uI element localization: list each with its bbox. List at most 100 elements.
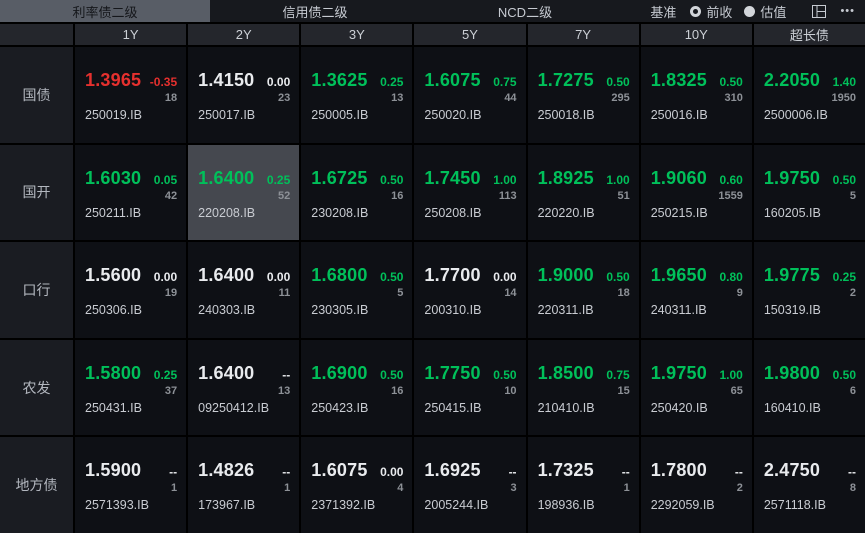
bond-code: 230208.IB bbox=[311, 205, 369, 220]
radio-label: 估值 bbox=[760, 4, 787, 20]
yield-value: 1.6800 bbox=[311, 265, 368, 286]
tab-0[interactable]: 利率债二级 bbox=[0, 0, 210, 22]
quote-line: 1.7325 -- bbox=[538, 460, 630, 481]
quote-cell-r3-c5[interactable]: 1.9750 1.00 65 250420.IB bbox=[640, 339, 752, 436]
yield-value: 1.5600 bbox=[85, 265, 142, 286]
quote-cell-r4-c5[interactable]: 1.7800 -- 2 2292059.IB bbox=[640, 437, 752, 533]
trade-count: 8 bbox=[849, 482, 856, 495]
quote-cell-r2-c6[interactable]: 1.9775 0.25 2 150319.IB bbox=[753, 242, 865, 338]
quote-cell-r0-c5[interactable]: 1.8325 0.50 310 250016.IB bbox=[640, 47, 752, 143]
trade-count: 19 bbox=[164, 287, 178, 300]
layout-panel-icon[interactable] bbox=[812, 4, 827, 18]
quote-cell-r2-c3[interactable]: 1.7700 0.00 14 200310.IB bbox=[414, 242, 526, 338]
yield-value: 1.8325 bbox=[650, 70, 707, 90]
row-label-2: 口行 bbox=[0, 242, 73, 338]
tab-2[interactable]: NCD二级 bbox=[420, 0, 630, 22]
quote-cell-r1-c3[interactable]: 1.7450 1.00 113 250208.IB bbox=[414, 144, 526, 241]
quote-cell-r2-c5[interactable]: 1.9650 0.80 9 240311.IB bbox=[640, 242, 752, 338]
quote-cell-r3-c4[interactable]: 1.8500 0.75 15 210410.IB bbox=[527, 339, 639, 436]
yield-value: 1.4826 bbox=[198, 460, 255, 481]
radio-label: 前收 bbox=[706, 4, 733, 20]
trade-count: 11 bbox=[278, 287, 291, 300]
quote-cell-r4-c1[interactable]: 1.4826 -- 1 173967.IB bbox=[188, 437, 300, 533]
more-menu-icon[interactable]: ••• bbox=[840, 5, 855, 17]
quote-cell-r0-c3[interactable]: 1.6075 0.75 44 250020.IB bbox=[414, 47, 526, 143]
quote-cell-r1-c6[interactable]: 1.9750 0.50 5 160205.IB bbox=[753, 144, 865, 241]
quote-cell-r1-c0[interactable]: 1.6030 0.05 42 250211.IB bbox=[75, 144, 187, 241]
quote-cell-r4-c4[interactable]: 1.7325 -- 1 198936.IB bbox=[527, 437, 639, 533]
change-value: -- bbox=[848, 465, 856, 480]
quote-line: 1.9060 0.60 bbox=[651, 168, 743, 189]
bond-quote-board: 利率债二级 信用债二级 NCD二级 基准 前收 估值 ••• 1Y 2Y 3Y 5Y 7Y 10… bbox=[0, 0, 865, 533]
change-value: 0.50 bbox=[380, 367, 404, 382]
trade-count: 3 bbox=[510, 482, 517, 495]
quote-cell-r1-c5[interactable]: 1.9060 0.60 1559 250215.IB bbox=[640, 144, 752, 241]
column-header-0: 1Y bbox=[75, 24, 187, 45]
quote-cell-r4-c6[interactable]: 2.4750 -- 8 2571118.IB bbox=[753, 437, 865, 533]
quote-cell-r4-c3[interactable]: 1.6925 -- 3 2005244.IB bbox=[414, 437, 526, 533]
bond-code: 220311.IB bbox=[537, 303, 594, 318]
change-value: 0.50 bbox=[380, 270, 404, 285]
change-value: 0.50 bbox=[493, 367, 517, 382]
trade-count: 310 bbox=[724, 92, 743, 104]
quote-line: 1.6400 -- bbox=[198, 363, 290, 384]
quote-line: 1.5800 0.25 bbox=[85, 363, 177, 384]
trade-count: 16 bbox=[391, 189, 404, 202]
benchmark-radio-0[interactable]: 前收 bbox=[690, 2, 732, 21]
trade-count: 1559 bbox=[718, 189, 743, 202]
quote-cell-r1-c1[interactable]: 1.6400 0.25 52 220208.IB bbox=[188, 144, 300, 241]
quote-cell-r0-c6[interactable]: 2.2050 1.40 1950 2500006.IB bbox=[753, 47, 865, 143]
bond-code: 2292059.IB bbox=[650, 498, 715, 513]
trade-count: 16 bbox=[391, 384, 404, 397]
quote-cell-r3-c6[interactable]: 1.9800 0.50 6 160410.IB bbox=[753, 339, 865, 436]
bond-code: 250420.IB bbox=[650, 400, 708, 415]
change-value: 0.00 bbox=[266, 75, 291, 89]
yield-value: 1.7325 bbox=[537, 460, 594, 481]
quote-cell-r0-c1[interactable]: 1.4150 0.00 23 250017.IB bbox=[188, 47, 300, 143]
quote-line: 1.3965 -0.35 bbox=[85, 70, 177, 91]
quote-line: 1.9775 0.25 bbox=[764, 265, 856, 286]
quote-cell-r2-c4[interactable]: 1.9000 0.50 18 220311.IB bbox=[527, 242, 639, 338]
tab-1[interactable]: 信用债二级 bbox=[210, 0, 420, 22]
row-label-3: 农发 bbox=[0, 339, 73, 436]
yield-value: 1.9750 bbox=[763, 167, 821, 188]
benchmark-radio-group: 前收 估值 bbox=[690, 2, 798, 21]
change-value: -- bbox=[169, 465, 178, 480]
trade-count: 42 bbox=[164, 189, 178, 202]
bond-code: 250005.IB bbox=[311, 108, 369, 122]
change-value: 0.75 bbox=[493, 75, 517, 89]
quote-cell-r2-c2[interactable]: 1.6800 0.50 5 230305.IB bbox=[301, 242, 413, 338]
trade-count: 13 bbox=[391, 92, 404, 104]
yield-value: 1.9060 bbox=[650, 167, 707, 188]
trade-count: 4 bbox=[397, 482, 404, 495]
row-label-4: 地方债 bbox=[0, 437, 73, 533]
bond-code: 250020.IB bbox=[424, 108, 482, 122]
quote-cell-r0-c2[interactable]: 1.3625 0.25 13 250005.IB bbox=[301, 47, 413, 143]
quote-cell-r0-c4[interactable]: 1.7275 0.50 295 250018.IB bbox=[527, 47, 639, 143]
change-value: 0.80 bbox=[719, 270, 743, 285]
benchmark-radio-1[interactable]: 估值 bbox=[744, 2, 786, 21]
quote-cell-r3-c1[interactable]: 1.6400 -- 13 09250412.IB bbox=[188, 339, 300, 436]
bond-code: 2571118.IB bbox=[763, 498, 826, 513]
quote-cell-r4-c0[interactable]: 1.5900 -- 1 2571393.IB bbox=[75, 437, 187, 533]
quote-cell-r2-c1[interactable]: 1.6400 0.00 11 240303.IB bbox=[188, 242, 300, 338]
change-value: -- bbox=[734, 465, 743, 480]
quote-cell-r2-c0[interactable]: 1.5600 0.00 19 250306.IB bbox=[75, 242, 187, 338]
bond-code: 250306.IB bbox=[85, 303, 142, 318]
quote-cell-r3-c0[interactable]: 1.5800 0.25 37 250431.IB bbox=[75, 339, 187, 436]
trade-count: 2 bbox=[849, 287, 856, 300]
change-value: 0.25 bbox=[266, 172, 291, 187]
quote-cell-r3-c2[interactable]: 1.6900 0.50 16 250423.IB bbox=[301, 339, 413, 436]
quote-cell-r4-c2[interactable]: 1.6075 0.00 4 2371392.IB bbox=[301, 437, 413, 533]
quote-cell-r1-c4[interactable]: 1.8925 1.00 51 220220.IB bbox=[527, 144, 639, 241]
change-value: 1.00 bbox=[719, 367, 743, 382]
quote-cell-r1-c2[interactable]: 1.6725 0.50 16 230208.IB bbox=[301, 144, 413, 241]
quote-cell-r0-c0[interactable]: 1.3965 -0.35 18 250019.IB bbox=[75, 47, 187, 143]
benchmark-controls: 基准 前收 估值 ••• bbox=[630, 0, 865, 22]
quote-line: 2.4750 -- bbox=[764, 460, 856, 481]
bond-code: 150319.IB bbox=[763, 303, 821, 318]
quote-cell-r3-c3[interactable]: 1.7750 0.50 10 250415.IB bbox=[414, 339, 526, 436]
benchmark-label: 基准 bbox=[650, 4, 677, 20]
quote-line: 1.8925 1.00 bbox=[538, 168, 630, 189]
bond-code: 250208.IB bbox=[424, 205, 482, 220]
